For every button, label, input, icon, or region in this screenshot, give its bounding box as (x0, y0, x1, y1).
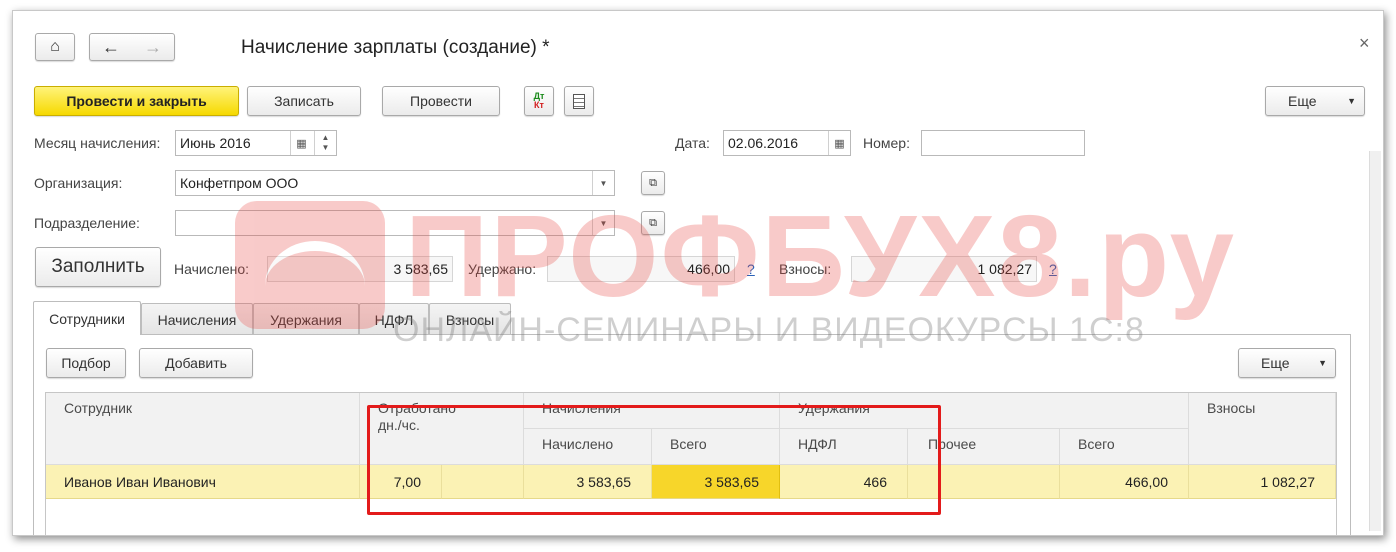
table-row-contributions[interactable]: 1 082,27 (1189, 465, 1336, 499)
chevron-down-icon: ▼ (1347, 96, 1356, 106)
open-department-icon[interactable]: ⧉ (641, 211, 665, 235)
tab-deductions[interactable]: Удержания (253, 303, 359, 335)
department-label: Подразделение: (34, 215, 140, 231)
table-row-employee[interactable]: Иванов Иван Иванович (46, 465, 360, 499)
chevron-down-icon: ▼ (1318, 358, 1327, 368)
document-window: ⌂ ← → Начисление зарплаты (создание) * ×… (12, 10, 1384, 536)
withheld-label: Удержано: (468, 261, 537, 277)
col-deductions-total[interactable]: Всего (1060, 429, 1189, 465)
number-label: Номер: (863, 135, 910, 151)
more-actions-button[interactable]: Еще ▼ (1265, 86, 1365, 116)
organization-label: Организация: (34, 175, 123, 191)
tab-accruals[interactable]: Начисления (141, 303, 253, 335)
table-row-deductions-total[interactable]: 466,00 (1060, 465, 1189, 499)
organization-field[interactable]: Конфетпром ООО ▼ (175, 170, 615, 196)
post-and-close-button[interactable]: Провести и закрыть (34, 86, 239, 116)
history-nav: ← → (89, 33, 175, 61)
department-field[interactable]: ▼ (175, 210, 615, 236)
contributions-label: Взносы: (779, 261, 832, 277)
fill-button[interactable]: Заполнить (35, 247, 161, 287)
open-organization-icon[interactable]: ⧉ (641, 171, 665, 195)
dtkt-report-button[interactable]: Дт Кт (524, 86, 554, 116)
table-more-button[interactable]: Еще ▼ (1238, 348, 1336, 378)
add-button[interactable]: Добавить (139, 348, 253, 378)
calendar-icon[interactable]: ▦ (290, 131, 312, 155)
document-icon (573, 93, 585, 109)
withheld-help-link[interactable]: ? (747, 261, 755, 277)
home-button[interactable]: ⌂ (35, 33, 75, 61)
date-value: 02.06.2016 (728, 135, 799, 151)
accrued-total-field: 3 583,65 (267, 256, 453, 282)
tab-ndfl[interactable]: НДФЛ (359, 303, 429, 335)
contributions-help-link[interactable]: ? (1049, 261, 1057, 277)
date-label: Дата: (675, 135, 710, 151)
save-button[interactable]: Записать (247, 86, 361, 116)
withheld-total-field: 466,00 (547, 256, 735, 282)
dtkt-icon-bottom: Кт (534, 100, 544, 110)
pick-button[interactable]: Подбор (46, 348, 126, 378)
col-contributions[interactable]: Взносы (1189, 393, 1336, 465)
back-arrow-icon[interactable]: ← (102, 37, 120, 58)
tab-employees[interactable]: Сотрудники (33, 301, 141, 335)
number-field[interactable] (921, 130, 1085, 156)
month-label: Месяц начисления: (34, 135, 161, 151)
date-field[interactable]: 02.06.2016 ▦ (723, 130, 851, 156)
print-button[interactable] (564, 86, 594, 116)
tab-contributions[interactable]: Взносы (429, 303, 511, 335)
post-button[interactable]: Провести (382, 86, 500, 116)
vertical-scrollbar[interactable] (1369, 151, 1381, 531)
table-more-label: Еще (1261, 355, 1290, 371)
col-employee[interactable]: Сотрудник (46, 393, 360, 465)
more-actions-label: Еще (1288, 93, 1317, 109)
chevron-down-icon[interactable]: ▼ (592, 211, 614, 235)
forward-arrow-icon[interactable]: → (144, 37, 162, 58)
close-icon[interactable]: × (1359, 33, 1370, 54)
month-stepper[interactable]: ▲ ▼ (314, 131, 336, 155)
window-title: Начисление зарплаты (создание) * (241, 37, 550, 58)
highlight-annotation (367, 405, 941, 515)
accrued-label: Начислено: (174, 261, 250, 277)
month-field[interactable]: Июнь 2016 ▦ ▲ ▼ (175, 130, 337, 156)
chevron-down-icon[interactable]: ▼ (592, 171, 614, 195)
organization-value: Конфетпром ООО (180, 175, 299, 191)
calendar-icon[interactable]: ▦ (828, 131, 850, 155)
home-icon: ⌂ (50, 38, 60, 55)
contributions-total-field: 1 082,27 (851, 256, 1037, 282)
month-value: Июнь 2016 (180, 135, 251, 151)
